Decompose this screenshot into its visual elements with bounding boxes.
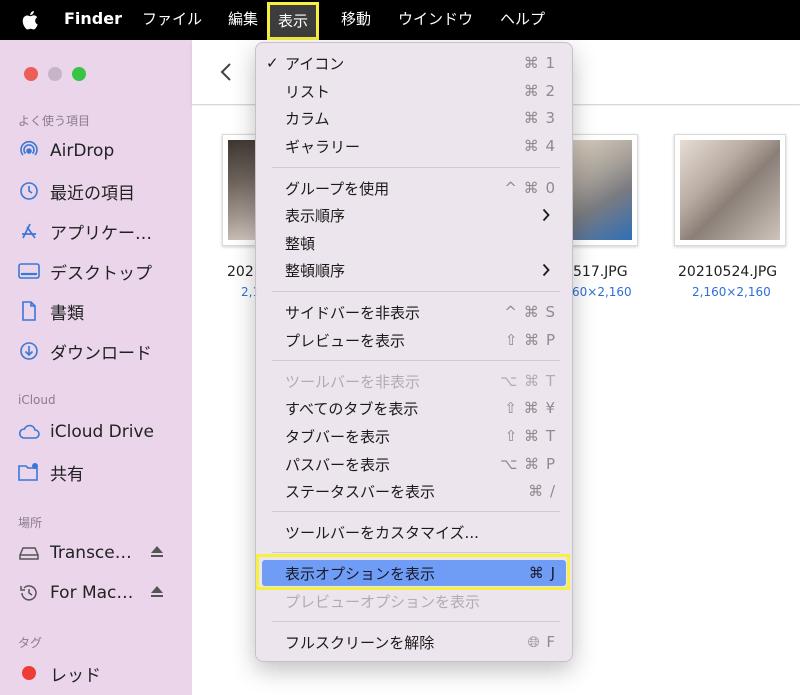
file-dimensions: 2,160×2,160 (692, 285, 771, 299)
sidebar-item-transcend[interactable]: Transce… (18, 539, 188, 567)
sidebar-item-recents[interactable]: 最近の項目 (18, 177, 188, 205)
drive-icon (18, 542, 40, 564)
sidebar-item-airdrop[interactable]: AirDrop (18, 137, 188, 165)
menu-item-columns[interactable]: カラム ⌘ 3 (262, 105, 566, 131)
sidebar-item-tag-red[interactable]: レッド (18, 659, 188, 687)
sidebar-item-label: レッド (50, 665, 101, 686)
apple-icon[interactable] (20, 8, 42, 32)
sidebar-item-label: ダウンロード (50, 343, 152, 364)
menu-item-hide-sidebar[interactable]: サイドバーを非表示 ^ ⌘ S (262, 299, 566, 325)
applications-icon (18, 220, 40, 242)
chevron-right-icon (542, 263, 550, 277)
zoom-window-button[interactable] (72, 67, 86, 81)
menu-item-show-all-tabs[interactable]: すべてのタブを表示 ⇧ ⌘ ¥ (262, 395, 566, 421)
sidebar-section-favorites: よく使う項目 (18, 114, 91, 128)
menu-item-gallery[interactable]: ギャラリー ⌘ 4 (262, 133, 566, 159)
time-machine-icon (18, 582, 40, 604)
menu-separator (272, 167, 560, 168)
sidebar-item-label: アプリケー… (50, 223, 152, 244)
menu-finder[interactable]: Finder (64, 0, 122, 40)
file-name[interactable]: 202 (227, 264, 254, 280)
sidebar-item-label: For Mac… (50, 583, 134, 603)
document-icon (18, 300, 40, 322)
download-icon (18, 340, 40, 362)
airdrop-icon (18, 140, 40, 162)
back-chevron-icon[interactable] (216, 60, 236, 84)
sidebar-item-desktop[interactable]: デスクトップ (18, 257, 188, 285)
shared-folder-icon (18, 461, 40, 483)
sidebar-item-documents[interactable]: 書類 (18, 297, 188, 325)
menu-bar: Finder ファイル 編集 表示 移動 ウインドウ ヘルプ (0, 0, 800, 40)
sidebar-item-label: AirDrop (50, 141, 115, 161)
sidebar-item-label: iCloud Drive (50, 422, 155, 442)
sidebar-item-label: 最近の項目 (50, 183, 135, 204)
cloud-icon (18, 421, 40, 443)
file-dimensions: 60×2,160 (572, 285, 632, 299)
eject-icon[interactable] (150, 584, 164, 600)
checkmark-icon: ✓ (266, 54, 279, 72)
file-name[interactable]: 517.JPG (573, 264, 628, 280)
close-window-button[interactable] (24, 67, 38, 81)
eject-icon[interactable] (150, 544, 164, 560)
sidebar-item-label: デスクトップ (50, 263, 152, 284)
sidebar-section-icloud: iCloud (18, 393, 56, 407)
sidebar-item-label: 書類 (50, 303, 84, 324)
red-tag-icon (22, 666, 36, 680)
menu-go[interactable]: 移動 (341, 0, 371, 40)
menu-window[interactable]: ウインドウ (398, 0, 473, 40)
menu-item-exit-full-screen[interactable]: フルスクリーンを解除 🌐︎ F (262, 629, 566, 655)
sidebar-item-downloads[interactable]: ダウンロード (18, 337, 188, 365)
clock-icon (18, 180, 40, 202)
menu-item-icons[interactable]: ✓ アイコン ⌘ 1 (262, 50, 566, 76)
desktop-icon (18, 260, 40, 282)
menu-separator (272, 511, 560, 512)
sidebar-section-tags: タグ (18, 636, 43, 650)
menu-item-customize-toolbar[interactable]: ツールバーをカスタマイズ... (262, 519, 566, 545)
annotation-highlight-frame (256, 554, 570, 590)
menu-item-list[interactable]: リスト ⌘ 2 (262, 78, 566, 104)
menu-item-show-status-bar[interactable]: ステータスバーを表示 ⌘ / (262, 478, 566, 504)
sidebar-item-for-mac[interactable]: For Mac… (18, 579, 188, 607)
menu-item-clean-up[interactable]: 整頓 (262, 230, 566, 256)
menu-item-hide-toolbar: ツールバーを非表示 ⌥ ⌘ T (285, 372, 556, 391)
menu-item-show-tab-bar[interactable]: タブバーを表示 ⇧ ⌘ T (262, 423, 566, 449)
menu-view[interactable]: 表示 (267, 2, 320, 40)
chevron-right-icon (542, 208, 550, 222)
file-thumbnail[interactable] (566, 134, 638, 246)
sidebar-item-label: 共有 (50, 464, 84, 485)
menu-separator (272, 360, 560, 361)
menu-item-sort-by[interactable]: 表示順序 (262, 202, 566, 228)
menu-separator (272, 621, 560, 622)
menu-edit[interactable]: 編集 (228, 0, 258, 40)
sidebar-section-locations: 場所 (18, 516, 43, 530)
sidebar-item-shared[interactable]: 共有 (18, 458, 188, 486)
menu-item-use-groups[interactable]: グループを使用 ^ ⌘ 0 (262, 175, 566, 201)
sidebar-item-applications[interactable]: アプリケー… (18, 217, 188, 245)
menu-separator (272, 291, 560, 292)
sidebar-item-icloud-drive[interactable]: iCloud Drive (18, 418, 188, 446)
sidebar-item-label: Transce… (50, 543, 132, 563)
file-name[interactable]: 20210524.JPG (678, 264, 777, 280)
menu-item-clean-up-by[interactable]: 整頓順序 (262, 257, 566, 283)
file-thumbnail[interactable] (674, 134, 786, 246)
menu-item-show-preview[interactable]: プレビューを表示 ⇧ ⌘ P (262, 327, 566, 353)
sidebar: よく使う項目 AirDrop 最近の項目 アプリケー… デスクトップ 書類 ダウ… (0, 40, 192, 695)
menu-file[interactable]: ファイル (142, 0, 202, 40)
menu-separator (272, 552, 560, 553)
minimize-window-button[interactable] (48, 67, 62, 81)
menu-item-show-preview-options: プレビューオプションを表示 (285, 592, 481, 611)
menu-help[interactable]: ヘルプ (500, 0, 545, 40)
menu-item-show-path-bar[interactable]: パスバーを表示 ⌥ ⌘ P (262, 451, 566, 477)
